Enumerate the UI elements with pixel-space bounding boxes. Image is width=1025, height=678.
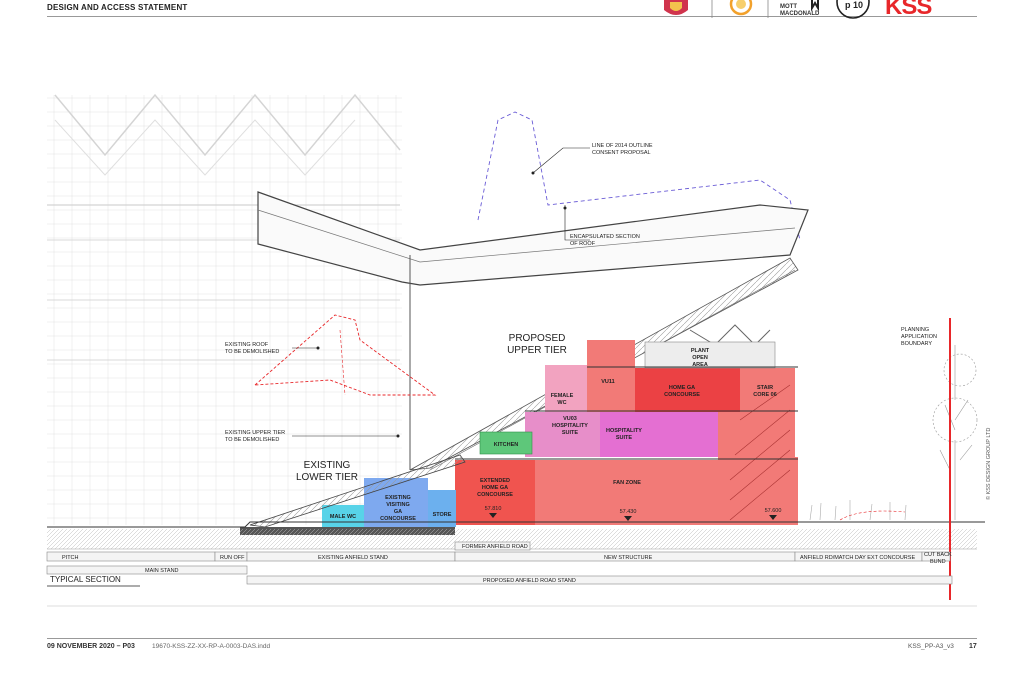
plant-open-area — [644, 341, 776, 369]
zone-main-stand: MAIN STAND — [145, 568, 179, 574]
female-wc-label-2: WC — [557, 400, 566, 406]
room-stair-core-06-mid — [718, 412, 795, 457]
upper-tier-label-1: PROPOSED — [509, 333, 566, 344]
demolish-tier-label-1: EXISTING UPPER TIER — [225, 430, 285, 436]
zone-anfield-rd: ANFIELD RD/MATCH DAY EXT CONCOURSE — [800, 555, 915, 561]
vu03-label-1: VU03 — [563, 416, 577, 422]
stair-label-2: CORE 06 — [753, 392, 777, 398]
footer-divider — [47, 638, 977, 639]
upper-tier-label-2: UPPER TIER — [507, 345, 567, 356]
level-marker-1: 57.810 — [485, 506, 502, 512]
room-vu11 — [587, 340, 635, 412]
roof-label-2: OF ROOF — [570, 241, 596, 247]
section-drawing: LINE OF 2014 OUTLINE CONSENT PROPOSAL EN… — [46, 93, 985, 607]
level-marker-3: 57.600 — [765, 508, 782, 514]
fan-zone-label: FAN ZONE — [613, 480, 641, 486]
demolish-roof-label-1: EXISTING ROOF — [225, 342, 269, 348]
visiting-label-4: CONCOURSE — [380, 516, 416, 522]
boundary-label-3: BOUNDARY — [901, 341, 932, 347]
outline-label-2: CONSENT PROPOSAL — [592, 150, 651, 156]
roof-label-1: ENCAPSULATED SECTION — [570, 234, 640, 240]
footer-date: 09 NOVEMBER 2020 – P03 — [47, 643, 135, 650]
footer-reference: KSS_PP-A3_v3 — [908, 643, 954, 650]
plant-label-3: AREA — [692, 362, 708, 368]
zone-cut-back-2: BUND — [930, 559, 946, 565]
zone-run-off: RUN OFF — [220, 555, 245, 561]
demolish-tier-label-2: TO BE DEMOLISHED — [225, 437, 279, 443]
footer-filename: 19670-KSS-ZZ-XX-RP-A-0003-DAS.indd — [152, 643, 271, 650]
visiting-label-3: GA — [394, 509, 402, 515]
stair-label-1: STAIR — [757, 385, 773, 391]
home-ga-label-1: HOME GA — [669, 385, 695, 391]
hospitality-label-1: HOSPITALITY — [606, 428, 642, 434]
zone-pitch: PITCH — [62, 555, 79, 561]
zone-proposed-stand: PROPOSED ANFIELD ROAD STAND — [483, 578, 576, 584]
section-title: TYPICAL SECTION — [50, 575, 121, 584]
home-ga-label-2: CONCOURSE — [664, 392, 700, 398]
vu11-label: VU11 — [601, 379, 614, 385]
demolish-roof-label-2: TO BE DEMOLISHED — [225, 349, 279, 355]
plant-label-1: PLANT — [691, 348, 710, 354]
boundary-label-2: APPLICATION — [901, 334, 937, 340]
outline-label-1: LINE OF 2014 OUTLINE — [592, 143, 653, 149]
visiting-label-1: EXISTING — [385, 495, 411, 501]
vu03-label-2: HOSPITALITY — [552, 423, 588, 429]
level-marker-2: 57.430 — [620, 509, 637, 515]
male-wc-label: MALE WC — [330, 514, 356, 520]
room-store — [428, 490, 456, 527]
plant-label-2: OPEN — [692, 355, 708, 361]
zone-former-road: FORMER ANFIELD ROAD — [462, 544, 528, 550]
extended-label-2: HOME GA — [482, 485, 508, 491]
lower-tier-label-1: EXISTING — [304, 460, 351, 471]
zone-new-structure: NEW STRUCTURE — [604, 555, 653, 561]
copyright-credit: © KSS DESIGN GROUP LTD — [986, 427, 992, 500]
zone-existing-anfield: EXISTING ANFIELD STAND — [318, 555, 388, 561]
zone-cut-back-1: CUT BACK — [924, 552, 952, 558]
visiting-label-2: VISITING — [386, 502, 410, 508]
trees-boundary — [932, 345, 978, 520]
hospitality-label-2: SUITE — [616, 435, 633, 441]
female-wc-label-1: FEMALE — [551, 393, 574, 399]
room-fan-zone — [535, 460, 718, 525]
lower-tier-label-2: LOWER TIER — [296, 472, 358, 483]
room-stair-core-06-base — [718, 457, 798, 525]
store-label: STORE — [433, 512, 452, 518]
extended-label-1: EXTENDED — [480, 478, 510, 484]
kitchen-label: KITCHEN — [494, 442, 518, 448]
vu03-label-3: SUITE — [562, 430, 579, 436]
page-number: 17 — [969, 643, 977, 650]
boundary-label-1: PLANNING — [901, 327, 929, 333]
extended-label-3: CONCOURSE — [477, 492, 513, 498]
